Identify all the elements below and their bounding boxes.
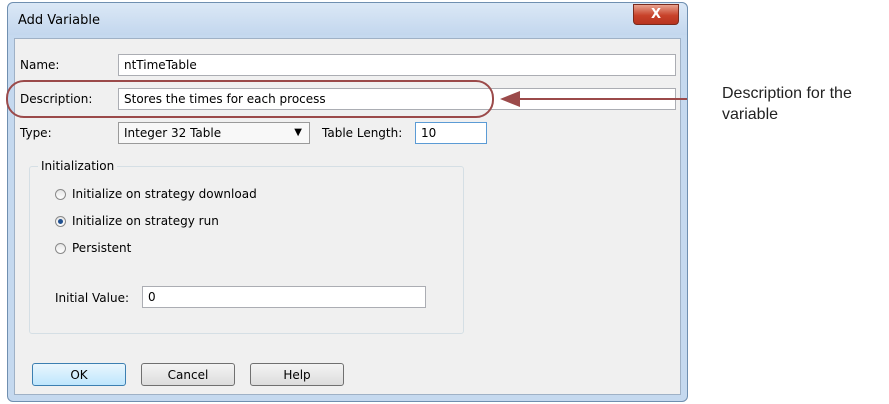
- radio-label: Persistent: [72, 241, 132, 255]
- radio-initialize-run[interactable]: Initialize on strategy run: [55, 214, 219, 228]
- name-field[interactable]: ntTimeTable: [118, 54, 676, 76]
- type-label: Type:: [20, 126, 52, 140]
- description-highlight-outline: [6, 80, 494, 118]
- name-label: Name:: [20, 58, 60, 72]
- add-variable-dialog: Add Variable X Name: ntTimeTable Descrip…: [7, 2, 688, 402]
- dialog-title: Add Variable: [18, 13, 100, 28]
- radio-persistent[interactable]: Persistent: [55, 241, 131, 255]
- type-select[interactable]: Integer 32 Table ▼: [118, 122, 310, 144]
- type-select-value: Integer 32 Table: [124, 126, 222, 140]
- radio-selected-icon: [55, 215, 66, 227]
- table-length-label: Table Length:: [322, 126, 403, 140]
- radio-label: Initialize on strategy run: [72, 214, 219, 228]
- close-button[interactable]: X: [633, 4, 679, 25]
- callout-arrow-icon: [500, 91, 520, 107]
- dropdown-arrow-icon: ▼: [294, 127, 302, 138]
- radio-label: Initialize on strategy download: [72, 187, 257, 201]
- close-icon: X: [650, 7, 662, 22]
- title-bar[interactable]: Add Variable X: [8, 3, 687, 35]
- callout-text: Description for the variable: [722, 85, 852, 123]
- initialization-title: Initialization: [38, 159, 118, 173]
- radio-icon: [55, 242, 66, 254]
- initial-value-label: Initial Value:: [55, 291, 130, 305]
- callout-line: [520, 98, 687, 100]
- initialization-group: Initialization Initialize on strategy do…: [29, 159, 464, 334]
- cancel-button[interactable]: Cancel: [141, 363, 235, 386]
- initial-value-field[interactable]: 0: [142, 286, 426, 308]
- help-button[interactable]: Help: [250, 363, 344, 386]
- ok-button[interactable]: OK: [32, 363, 126, 386]
- radio-initialize-download[interactable]: Initialize on strategy download: [55, 187, 257, 201]
- table-length-field[interactable]: 10: [415, 122, 487, 144]
- radio-icon: [55, 188, 66, 200]
